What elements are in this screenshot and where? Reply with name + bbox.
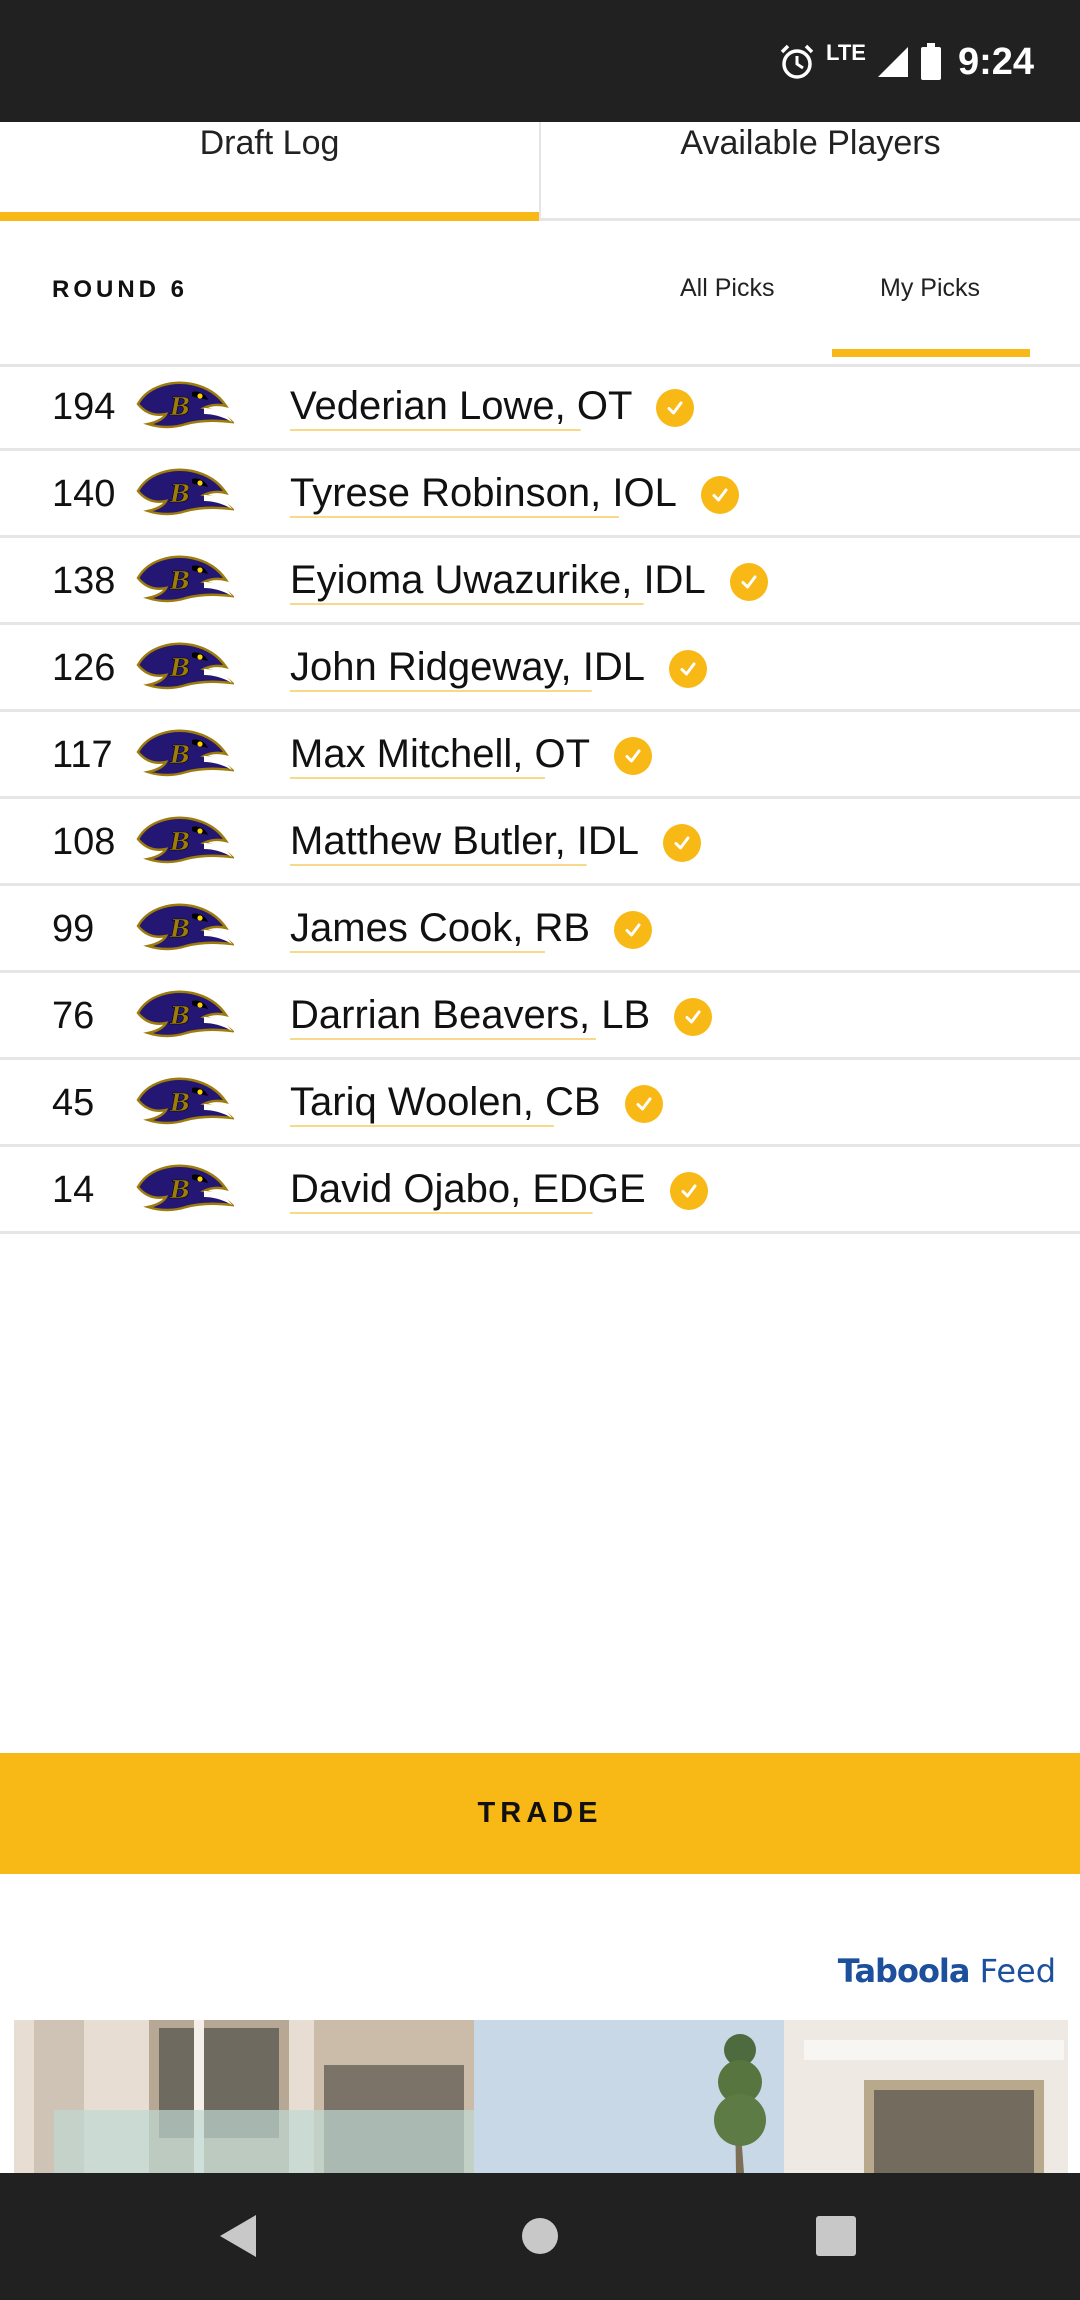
check-icon [674, 997, 713, 1036]
tab-available-players[interactable]: Available Players [539, 122, 1080, 218]
ravens-logo-icon: B [136, 816, 234, 864]
ravens-logo-icon: B [136, 729, 234, 777]
ravens-logo-icon: B [136, 1077, 234, 1125]
taboola-feed-link[interactable]: Taboola Feed [838, 1952, 1056, 1990]
sponsored-image[interactable] [14, 2020, 1068, 2173]
check-icon [669, 1171, 708, 1210]
player-name-link[interactable]: Darrian Beavers, LB [290, 993, 651, 1040]
pick-number: 194 [52, 386, 116, 428]
taboola-brand: Taboola [837, 1952, 971, 1990]
ravens-logo-icon: B [136, 381, 234, 429]
home-icon[interactable] [520, 2213, 560, 2259]
pick-row[interactable]: 76 B Darrian Beavers, LB [0, 973, 1080, 1060]
player-name-link[interactable]: Vederian Lowe, OT [290, 384, 633, 431]
ravens-logo-icon: B [136, 468, 234, 516]
player-name-link[interactable]: Tyrese Robinson, IOL [290, 471, 677, 518]
pick-row[interactable]: 117 B Max Mitchell, OT [0, 712, 1080, 799]
back-icon[interactable] [216, 2213, 262, 2259]
player-info: Matthew Butler, IDL [290, 819, 702, 866]
pick-number: 99 [52, 908, 95, 950]
clock: 9:24 [957, 40, 1034, 83]
pick-number: 140 [52, 473, 116, 515]
check-icon [663, 823, 702, 862]
player-info: John Ridgeway, IDL [290, 645, 707, 692]
check-icon [614, 910, 653, 949]
svg-text:B: B [169, 1001, 190, 1030]
player-info: David Ojabo, EDGE [290, 1167, 708, 1214]
player-info: Eyioma Uwazurike, IDL [290, 558, 768, 605]
pick-number: 45 [52, 1082, 95, 1124]
battery-icon [920, 43, 941, 80]
trade-button[interactable]: TRADE [0, 1753, 1080, 1874]
round-label: ROUND 6 [52, 276, 189, 303]
check-icon [700, 475, 739, 514]
svg-text:B: B [169, 827, 190, 856]
tab-label: Available Players [680, 124, 941, 162]
pick-row[interactable]: 108 B Matthew Butler, IDL [0, 799, 1080, 886]
check-icon [656, 388, 695, 427]
ravens-logo-icon: B [136, 642, 234, 690]
svg-text:B: B [169, 740, 190, 769]
active-tab-indicator [832, 349, 1030, 357]
svg-text:B: B [169, 914, 190, 943]
player-info: Tyrese Robinson, IOL [290, 471, 739, 518]
check-icon [614, 736, 653, 775]
house-photo [14, 2020, 1068, 2173]
player-name-link[interactable]: Max Mitchell, OT [290, 732, 591, 779]
svg-text:B: B [169, 1175, 190, 1204]
ravens-logo-icon: B [136, 555, 234, 603]
player-info: James Cook, RB [290, 906, 653, 953]
player-name-link[interactable]: Eyioma Uwazurike, IDL [290, 558, 706, 605]
pick-number: 138 [52, 560, 116, 602]
check-icon [624, 1084, 663, 1123]
svg-text:B: B [169, 566, 190, 595]
pick-number: 76 [52, 995, 95, 1037]
pick-row[interactable]: 194 B Vederian Lowe, OT [0, 364, 1080, 451]
recents-icon[interactable] [814, 2213, 858, 2259]
tab-label: Draft Log [199, 124, 340, 162]
taboola-feed-label: Feed [979, 1952, 1056, 1990]
svg-text:B: B [169, 653, 190, 682]
system-nav-bar [0, 2173, 1080, 2300]
check-icon [729, 562, 768, 601]
network-type: LTE [826, 40, 866, 65]
pick-number: 14 [52, 1169, 95, 1211]
alarm-icon [780, 44, 814, 79]
player-info: Vederian Lowe, OT [290, 384, 695, 431]
pick-row[interactable]: 99 B James Cook, RB [0, 886, 1080, 973]
tab-all-picks[interactable]: All Picks [680, 274, 774, 303]
check-icon [669, 649, 707, 688]
pick-number: 108 [52, 821, 116, 863]
status-icons: LTE 9:24 [778, 36, 1034, 88]
player-name-link[interactable]: John Ridgeway, IDL [290, 645, 645, 692]
player-name-link[interactable]: Matthew Butler, IDL [290, 819, 640, 866]
pick-list: 194 B Vederian Lowe, OT 140 B Tyrese Rob… [0, 364, 1080, 1234]
player-name-link[interactable]: James Cook, RB [290, 906, 591, 953]
player-info: Tariq Woolen, CB [290, 1080, 663, 1127]
svg-text:B: B [169, 1088, 190, 1117]
player-info: Darrian Beavers, LB [290, 993, 713, 1040]
ravens-logo-icon: B [136, 1164, 234, 1212]
ravens-logo-icon: B [136, 990, 234, 1038]
pick-row[interactable]: 138 B Eyioma Uwazurike, IDL [0, 538, 1080, 625]
status-bar: LTE 9:24 [0, 0, 1080, 122]
round-header: ROUND 6 All Picks My Picks [0, 218, 1080, 367]
pick-row[interactable]: 140 B Tyrese Robinson, IOL [0, 451, 1080, 538]
pick-number: 117 [52, 734, 113, 776]
tab-draft-log[interactable]: Draft Log [0, 122, 539, 221]
pick-row[interactable]: 45 B Tariq Woolen, CB [0, 1060, 1080, 1147]
pick-row[interactable]: 14 B David Ojabo, EDGE [0, 1147, 1080, 1234]
signal-icon [877, 47, 908, 77]
pick-row[interactable]: 126 B John Ridgeway, IDL [0, 625, 1080, 712]
player-name-link[interactable]: David Ojabo, EDGE [290, 1167, 646, 1214]
top-tabs: Draft Log Available Players [0, 122, 1080, 221]
tab-my-picks[interactable]: My Picks [880, 274, 980, 303]
player-info: Max Mitchell, OT [290, 732, 653, 779]
ravens-logo-icon: B [136, 903, 234, 951]
player-name-link[interactable]: Tariq Woolen, CB [290, 1080, 601, 1127]
svg-text:B: B [169, 392, 190, 421]
pick-number: 126 [52, 647, 116, 689]
svg-text:B: B [169, 479, 190, 508]
